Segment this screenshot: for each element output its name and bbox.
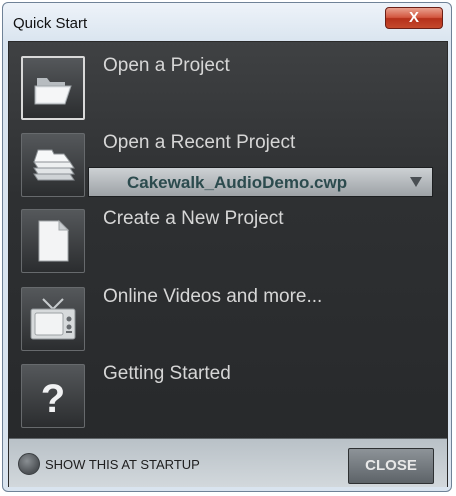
tv-icon (25, 291, 81, 347)
footer-bar: SHOW THIS AT STARTUP CLOSE (9, 438, 447, 487)
online-videos-item[interactable]: Online Videos and more... (21, 286, 441, 357)
new-project-item[interactable]: Create a New Project (21, 208, 441, 279)
online-videos-label: Online Videos and more... (103, 286, 323, 307)
recent-project-dropdown[interactable]: Cakewalk_AudioDemo.cwp (88, 167, 433, 197)
new-project-label: Create a New Project (103, 208, 284, 229)
quick-start-panel: Open a Project Open a Recent Project Cak… (8, 41, 448, 487)
open-project-tile[interactable] (21, 56, 85, 120)
getting-started-item[interactable]: ? Getting Started (21, 363, 441, 434)
open-recent-label: Open a Recent Project (103, 132, 296, 153)
open-project-label: Open a Project (103, 55, 230, 76)
quick-start-window: Quick Start X Open a Project Open a Rece… (2, 2, 452, 492)
recent-project-value: Cakewalk_AudioDemo.cwp (127, 173, 348, 192)
close-button[interactable]: CLOSE (348, 448, 434, 484)
folder-icon (25, 60, 81, 116)
show-at-startup-radio[interactable] (18, 453, 40, 475)
window-title: Quick Start (13, 15, 88, 32)
getting-started-tile[interactable]: ? (21, 364, 85, 428)
blank-document-icon (25, 213, 81, 269)
show-at-startup-label[interactable]: SHOW THIS AT STARTUP (45, 457, 200, 472)
new-project-tile[interactable] (21, 209, 85, 273)
online-videos-tile[interactable] (21, 287, 85, 351)
stacked-folders-icon (25, 137, 81, 193)
open-project-item[interactable]: Open a Project (21, 55, 441, 126)
getting-started-label: Getting Started (103, 363, 231, 384)
dropdown-arrow-icon[interactable] (410, 177, 422, 187)
title-bar[interactable]: Quick Start X (3, 3, 451, 41)
svg-text:?: ? (41, 377, 65, 418)
question-icon: ? (25, 368, 81, 424)
window-close-button[interactable]: X (385, 7, 443, 29)
open-recent-tile[interactable] (21, 133, 85, 197)
